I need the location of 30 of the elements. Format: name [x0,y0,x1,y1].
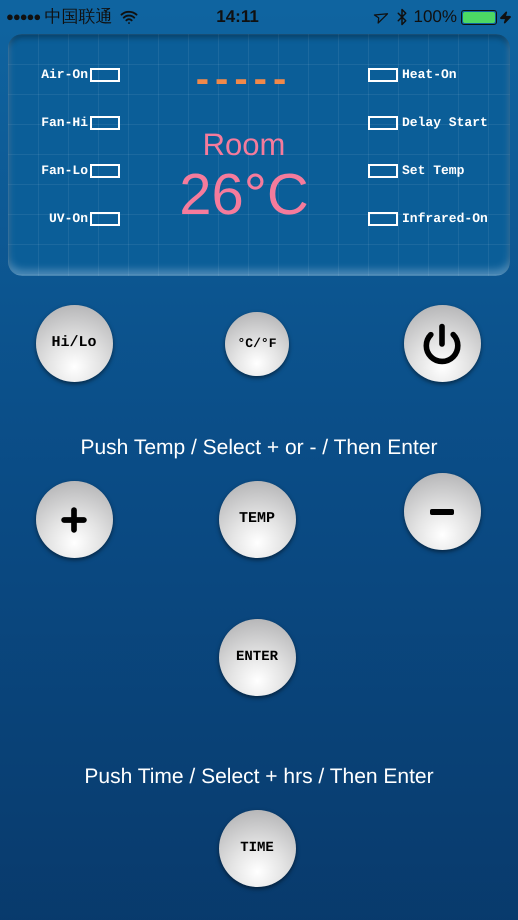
battery-icon [461,10,497,24]
plus-button[interactable] [36,481,112,558]
charging-icon [499,10,512,24]
battery-percent: 100% [414,6,457,28]
enter-button[interactable]: ENTER [218,619,296,696]
status-time: 14:11 [216,6,259,28]
carrier-name: 中国联通 [44,6,112,28]
indicator-label: Fan-Lo [41,162,88,180]
minus-icon [430,508,454,514]
indicator-label: Air-On [41,66,88,84]
time-instructions: Push Time / Select + hrs / Then Enter [83,764,435,790]
unit-button[interactable]: °C/°F [225,312,289,376]
indicator-label: Infrared-On [402,210,488,228]
indicator-label: Fan-Hi [41,114,88,132]
wifi-icon [120,8,138,26]
indicator-label: Set Temp [402,162,464,180]
time-button[interactable]: TIME [218,810,296,887]
mode-button[interactable]: Hi/Lo [36,305,112,382]
signal-dots: ●●●●● [6,8,40,26]
indicator-label: Heat-On [402,66,457,84]
room-label: Room [202,127,286,163]
power-button[interactable] [404,305,480,382]
power-icon [421,322,463,364]
indicator-label: UV-On [48,210,88,228]
minus-button[interactable] [404,473,480,550]
temp-instructions: Push Temp / Select + or - / Then Enter [80,435,438,461]
indicator-label: Delay Start [402,114,488,132]
temperature-reading: 26°C [179,163,309,227]
dash-display: ----- [196,59,292,99]
mode-button[interactable]: TEMP [218,481,296,558]
